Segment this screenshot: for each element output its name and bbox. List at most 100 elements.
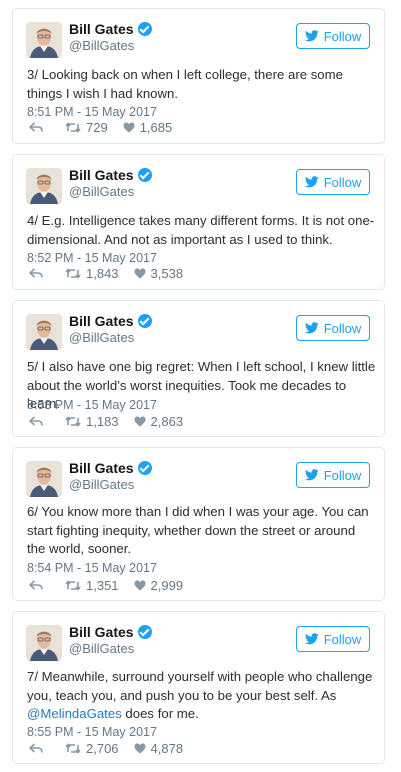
heart-icon bbox=[123, 122, 135, 133]
retweet-count: 1,183 bbox=[86, 414, 119, 429]
display-name[interactable]: Bill Gates bbox=[69, 460, 152, 476]
like-button[interactable]: 4,878 bbox=[134, 741, 184, 756]
reply-button[interactable] bbox=[29, 416, 43, 427]
heart-icon bbox=[134, 743, 146, 754]
avatar[interactable] bbox=[26, 625, 62, 661]
heart-icon bbox=[134, 268, 146, 279]
bird-icon bbox=[304, 322, 319, 334]
retweet-button[interactable]: 1,183 bbox=[65, 414, 119, 429]
avatar[interactable] bbox=[26, 22, 62, 58]
display-name[interactable]: Bill Gates bbox=[69, 167, 152, 183]
retweet-count: 729 bbox=[86, 120, 108, 135]
like-button[interactable]: 2,863 bbox=[134, 414, 184, 429]
display-name[interactable]: Bill Gates bbox=[69, 313, 152, 329]
tweet-actions: 1,351 2,999 bbox=[29, 578, 198, 593]
like-button[interactable]: 3,538 bbox=[134, 266, 184, 281]
follow-button[interactable]: Follow bbox=[296, 315, 370, 341]
bird-icon bbox=[304, 633, 319, 645]
display-name-text[interactable]: Bill Gates bbox=[69, 313, 134, 329]
retweet-count: 1,351 bbox=[86, 578, 119, 593]
retweet-button[interactable]: 1,351 bbox=[65, 578, 119, 593]
user-handle[interactable]: @BillGates bbox=[69, 641, 134, 656]
reply-icon bbox=[29, 122, 43, 133]
verified-icon bbox=[137, 625, 152, 639]
mention-link[interactable]: @MelindaGates bbox=[27, 706, 122, 721]
like-count: 2,999 bbox=[150, 578, 184, 593]
like-count: 3,538 bbox=[150, 266, 184, 281]
retweet-button[interactable]: 1,843 bbox=[65, 266, 119, 281]
follow-label: Follow bbox=[323, 320, 362, 336]
tweet-actions: 729 1,685 bbox=[29, 120, 187, 135]
tweet-timestamp[interactable]: 8:51 PM - 15 May 2017 bbox=[27, 105, 157, 119]
like-count: 1,685 bbox=[139, 120, 173, 135]
tweet-timestamp[interactable]: 8:53 PM - 15 May 2017 bbox=[27, 398, 157, 412]
tweet-text: 3/ Looking back on when I left college, … bbox=[27, 67, 343, 101]
retweet-count: 2,706 bbox=[86, 741, 119, 756]
follow-button[interactable]: Follow bbox=[296, 462, 370, 488]
tweet-card: Bill Gates @BillGates Follow 5/ I also h… bbox=[12, 300, 385, 437]
retweet-button[interactable]: 2,706 bbox=[65, 741, 119, 756]
reply-button[interactable] bbox=[29, 268, 43, 279]
reply-button[interactable] bbox=[29, 122, 43, 133]
heart-icon bbox=[134, 416, 146, 427]
verified-icon bbox=[137, 314, 152, 328]
follow-button[interactable]: Follow bbox=[296, 23, 370, 49]
follow-label: Follow bbox=[323, 467, 362, 483]
tweet-text-main: 7/ Meanwhile, surround yourself with peo… bbox=[27, 669, 373, 703]
like-count: 4,878 bbox=[150, 741, 184, 756]
reply-button[interactable] bbox=[29, 743, 43, 754]
tweet-actions: 1,183 2,863 bbox=[29, 414, 198, 429]
like-button[interactable]: 2,999 bbox=[134, 578, 184, 593]
bird-icon bbox=[304, 176, 319, 188]
verified-icon bbox=[137, 461, 152, 475]
tweet-timestamp[interactable]: 8:54 PM - 15 May 2017 bbox=[27, 561, 157, 575]
display-name[interactable]: Bill Gates bbox=[69, 624, 152, 640]
follow-label: Follow bbox=[323, 631, 362, 647]
tweet-text: 6/ You know more than I did when I was y… bbox=[27, 504, 369, 556]
retweet-icon bbox=[65, 416, 81, 427]
retweet-icon bbox=[65, 743, 81, 754]
verified-icon bbox=[137, 22, 152, 36]
like-count: 2,863 bbox=[150, 414, 184, 429]
user-handle[interactable]: @BillGates bbox=[69, 184, 134, 199]
tweet-card: Bill Gates @BillGates Follow 7/ Meanwhil… bbox=[12, 611, 385, 764]
avatar[interactable] bbox=[26, 168, 62, 204]
avatar[interactable] bbox=[26, 461, 62, 497]
reply-icon bbox=[29, 268, 43, 279]
display-name-text[interactable]: Bill Gates bbox=[69, 167, 134, 183]
tweet-card: Bill Gates @BillGates Follow 4/ E.g. Int… bbox=[12, 154, 385, 290]
tweet-text-tail: does for me. bbox=[121, 706, 199, 721]
display-name[interactable]: Bill Gates bbox=[69, 21, 152, 37]
user-handle[interactable]: @BillGates bbox=[69, 38, 134, 53]
follow-button[interactable]: Follow bbox=[296, 626, 370, 652]
tweet-card: Bill Gates @BillGates Follow 6/ You know… bbox=[12, 447, 385, 601]
follow-label: Follow bbox=[323, 28, 362, 44]
retweet-button[interactable]: 729 bbox=[65, 120, 108, 135]
verified-icon bbox=[137, 168, 152, 182]
heart-icon bbox=[134, 580, 146, 591]
follow-label: Follow bbox=[323, 174, 362, 190]
display-name-text[interactable]: Bill Gates bbox=[69, 21, 134, 37]
reply-icon bbox=[29, 743, 43, 754]
display-name-text[interactable]: Bill Gates bbox=[69, 624, 134, 640]
tweet-actions: 1,843 3,538 bbox=[29, 266, 198, 281]
tweet-actions: 2,706 4,878 bbox=[29, 741, 198, 756]
reply-button[interactable] bbox=[29, 580, 43, 591]
retweet-count: 1,843 bbox=[86, 266, 119, 281]
tweet-text: 7/ Meanwhile, surround yourself with peo… bbox=[27, 668, 377, 724]
tweet-text: 4/ E.g. Intelligence takes many differen… bbox=[27, 213, 375, 247]
retweet-icon bbox=[65, 580, 81, 591]
tweet-card: Bill Gates @BillGates Follow 3/ Looking … bbox=[12, 8, 385, 144]
like-button[interactable]: 1,685 bbox=[123, 120, 173, 135]
user-handle[interactable]: @BillGates bbox=[69, 477, 134, 492]
follow-button[interactable]: Follow bbox=[296, 169, 370, 195]
reply-icon bbox=[29, 416, 43, 427]
display-name-text[interactable]: Bill Gates bbox=[69, 460, 134, 476]
avatar[interactable] bbox=[26, 314, 62, 350]
retweet-icon bbox=[65, 268, 81, 279]
bird-icon bbox=[304, 30, 319, 42]
tweet-timestamp[interactable]: 8:52 PM - 15 May 2017 bbox=[27, 251, 157, 265]
user-handle[interactable]: @BillGates bbox=[69, 330, 134, 345]
bird-icon bbox=[304, 469, 319, 481]
tweet-timestamp[interactable]: 8:55 PM - 15 May 2017 bbox=[27, 725, 157, 739]
